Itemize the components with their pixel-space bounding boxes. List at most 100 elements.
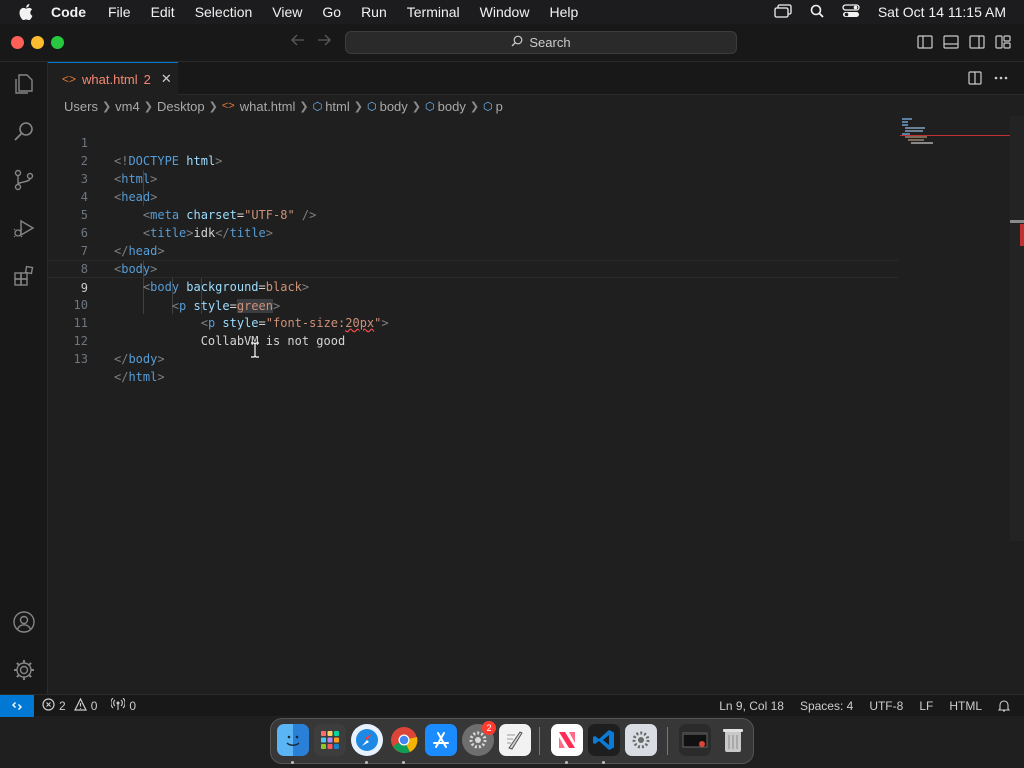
search-view-icon[interactable] [10, 118, 38, 146]
menu-help[interactable]: Help [539, 4, 588, 20]
preferences-icon[interactable] [625, 724, 657, 756]
safari-icon[interactable] [351, 724, 383, 756]
explorer-icon[interactable] [10, 70, 38, 98]
running-indicator [602, 761, 605, 764]
back-arrow-icon[interactable] [291, 33, 305, 51]
window-preview-icon[interactable] [679, 724, 711, 756]
warning-icon [73, 697, 87, 714]
source-control-icon[interactable] [10, 166, 38, 194]
window-titlebar: Search [0, 24, 1024, 62]
chevron-right-icon: ❯ [299, 100, 309, 113]
language-mode[interactable]: HTML [949, 699, 982, 713]
file-encoding[interactable]: UTF-8 [869, 699, 903, 713]
spotlight-search-icon[interactable] [810, 4, 824, 21]
extensions-icon[interactable] [10, 262, 38, 290]
warning-count: 0 [90, 698, 98, 713]
run-and-debug-icon[interactable] [10, 214, 38, 242]
breadcrumb-item-desktop[interactable]: Desktop [157, 99, 205, 114]
finder-icon[interactable] [277, 724, 309, 756]
menu-edit[interactable]: Edit [141, 4, 185, 20]
breadcrumb-item-html[interactable]: html [325, 99, 350, 114]
tab-what-html[interactable]: <> what.html 2 ✕ [48, 62, 178, 95]
html-file-icon: <> [221, 100, 235, 112]
breadcrumb-item-body-2[interactable]: body [438, 99, 466, 114]
menu-app-code[interactable]: Code [51, 4, 98, 20]
symbol-element-icon: ⬡ [366, 100, 377, 113]
forward-arrow-icon[interactable] [317, 33, 331, 51]
chevron-right-icon: ❯ [101, 100, 112, 113]
editor-scrollbar[interactable] [1010, 116, 1024, 541]
breadcrumb-item-users[interactable]: Users [64, 99, 98, 114]
chevron-right-icon: ❯ [411, 100, 422, 113]
toggle-secondary-sidebar-icon[interactable] [969, 35, 985, 54]
vscode-icon[interactable] [588, 724, 620, 756]
code-editor[interactable]: 1 <!DOCTYPE html> 2 <html> 3 <head> 4 <m… [48, 116, 1024, 694]
chrome-icon[interactable] [388, 724, 420, 756]
breadcrumb-item-p[interactable]: p [496, 99, 503, 114]
code-line: 8 <body background=black> [48, 242, 898, 294]
trash-icon[interactable] [717, 724, 749, 756]
macos-dock: 2 [270, 718, 754, 764]
code-line: 7 <body> [48, 224, 898, 276]
minimap[interactable] [900, 116, 1010, 146]
more-actions-icon[interactable] [994, 71, 1008, 90]
toggle-panel-icon[interactable] [943, 35, 959, 54]
breadcrumb-item-vm4[interactable]: vm4 [115, 99, 140, 114]
manage-gear-icon[interactable] [10, 656, 38, 684]
tab-problem-count: 2 [143, 71, 151, 87]
window-maximize-button[interactable] [51, 36, 64, 49]
error-icon [42, 697, 55, 714]
control-center-icon[interactable] [842, 3, 860, 21]
broadcast-icon [110, 697, 127, 713]
menu-run[interactable]: Run [351, 4, 397, 20]
running-indicator [565, 761, 568, 764]
code-line: 13 </html> [48, 332, 898, 384]
split-editor-icon[interactable] [968, 71, 982, 90]
notification-badge: 2 [482, 721, 496, 735]
code-line: 1 <!DOCTYPE html> [48, 116, 898, 168]
menu-window[interactable]: Window [470, 4, 540, 20]
window-minimize-button[interactable] [31, 36, 44, 49]
launchpad-icon[interactable] [314, 724, 346, 756]
menu-view[interactable]: View [262, 4, 312, 20]
code-line: 4 <meta charset="UTF-8" /> [48, 170, 898, 222]
menu-go[interactable]: Go [312, 4, 351, 20]
app-store-icon[interactable] [425, 724, 457, 756]
chevron-right-icon: ❯ [143, 100, 153, 113]
customize-layout-icon[interactable] [995, 35, 1011, 54]
indentation-setting[interactable]: Spaces: 4 [800, 699, 853, 713]
toggle-primary-sidebar-icon[interactable] [917, 35, 933, 54]
symbol-element-icon: ⬡ [425, 100, 435, 113]
menu-file[interactable]: File [98, 4, 141, 20]
window-close-button[interactable] [11, 36, 24, 49]
problems-indicator[interactable]: 2 0 [42, 697, 98, 714]
news-icon[interactable] [551, 724, 583, 756]
cursor-position[interactable]: Ln 9, Col 18 [719, 699, 784, 713]
symbol-element-icon: ⬡ [312, 100, 323, 113]
menu-terminal[interactable]: Terminal [397, 4, 470, 20]
textedit-icon[interactable] [499, 724, 531, 756]
scrollbar-error-marker [1020, 224, 1024, 246]
chevron-right-icon: ❯ [469, 100, 480, 113]
window-stack-icon[interactable] [774, 3, 792, 21]
menu-selection[interactable]: Selection [185, 4, 263, 20]
editor-tab-bar: <> what.html 2 ✕ [48, 62, 1024, 95]
end-of-line[interactable]: LF [919, 699, 933, 713]
remote-indicator-icon[interactable] [0, 694, 34, 717]
code-line: 12 </body> [48, 314, 898, 366]
chevron-right-icon: ❯ [353, 100, 363, 113]
breadcrumb-item-file[interactable]: what.html [240, 99, 296, 114]
dock-separator [667, 727, 668, 755]
ports-indicator[interactable]: 0 [110, 697, 136, 713]
tab-label: what.html [82, 71, 138, 87]
code-line: 5 <title>idk</title> [48, 188, 898, 240]
code-line: 11 CollabVM is not good [48, 296, 898, 348]
notifications-bell-icon[interactable] [998, 699, 1010, 712]
breadcrumb-item-body[interactable]: body [380, 99, 408, 114]
menubar-clock[interactable]: Sat Oct 14 11:15 AM [878, 4, 1006, 20]
apple-icon[interactable] [17, 3, 35, 21]
error-count: 2 [59, 698, 66, 713]
accounts-icon[interactable] [10, 608, 38, 636]
command-center-search[interactable]: Search [345, 31, 737, 54]
tab-close-icon[interactable]: ✕ [161, 71, 172, 87]
